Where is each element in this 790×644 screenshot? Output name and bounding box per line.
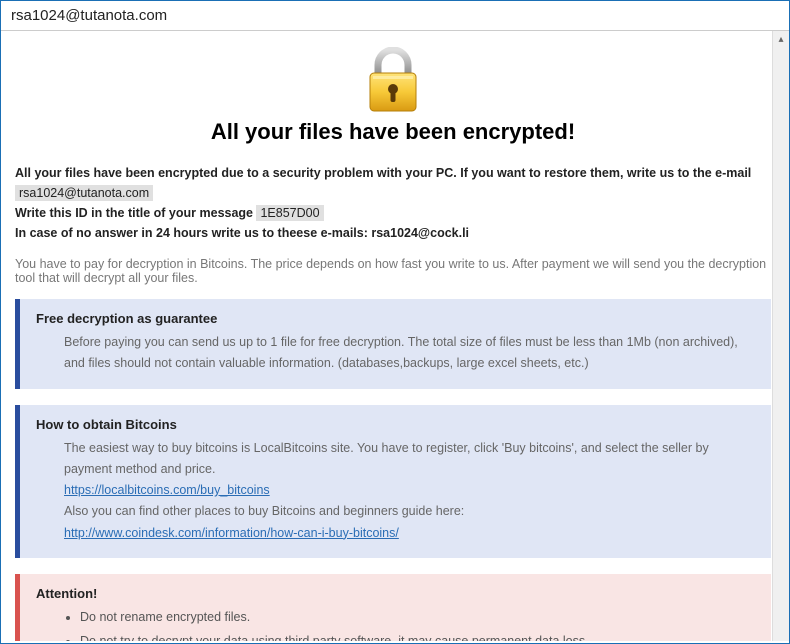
box-bitcoins-title: How to obtain Bitcoins [36, 417, 755, 432]
content-wrapper: All your files have been encrypted! All … [1, 31, 789, 641]
intro-block: All your files have been encrypted due t… [15, 163, 771, 243]
list-item: Do not rename encrypted files. [80, 607, 755, 627]
box-guarantee-text: Before paying you can send us up to 1 fi… [36, 332, 755, 375]
scroll-up-icon[interactable]: ▴ [773, 31, 789, 48]
message-id: 1E857D00 [256, 205, 323, 221]
payment-info: You have to pay for decryption in Bitcoi… [15, 257, 771, 285]
bitcoins-text2: Also you can find other places to buy Bi… [64, 504, 464, 518]
scrollbar[interactable]: ▴ [772, 31, 789, 641]
box-bitcoins: How to obtain Bitcoins The easiest way t… [15, 405, 771, 558]
box-guarantee: Free decryption as guarantee Before payi… [15, 299, 771, 389]
main-content: All your files have been encrypted! All … [1, 31, 789, 641]
intro-line3: In case of no answer in 24 hours write u… [15, 226, 469, 240]
list-item: Do not try to decrypt your data using th… [80, 631, 755, 641]
attention-list: Do not rename encrypted files. Do not tr… [36, 607, 755, 641]
bitcoins-link2[interactable]: http://www.coindesk.com/information/how-… [64, 526, 399, 540]
window-title: rsa1024@tutanota.com [11, 7, 167, 24]
box-guarantee-title: Free decryption as guarantee [36, 311, 755, 326]
bitcoins-link1[interactable]: https://localbitcoins.com/buy_bitcoins [64, 483, 270, 497]
intro-line1: All your files have been encrypted due t… [15, 166, 751, 180]
box-attention: Attention! Do not rename encrypted files… [15, 574, 771, 641]
lock-icon [15, 47, 771, 113]
contact-email: rsa1024@tutanota.com [15, 185, 153, 201]
intro-line2: Write this ID in the title of your messa… [15, 206, 256, 220]
bitcoins-text1: The easiest way to buy bitcoins is Local… [64, 441, 709, 476]
box-attention-title: Attention! [36, 586, 755, 601]
box-bitcoins-body: The easiest way to buy bitcoins is Local… [36, 438, 755, 544]
window-titlebar: rsa1024@tutanota.com [1, 1, 789, 31]
heading-main: All your files have been encrypted! [15, 119, 771, 145]
